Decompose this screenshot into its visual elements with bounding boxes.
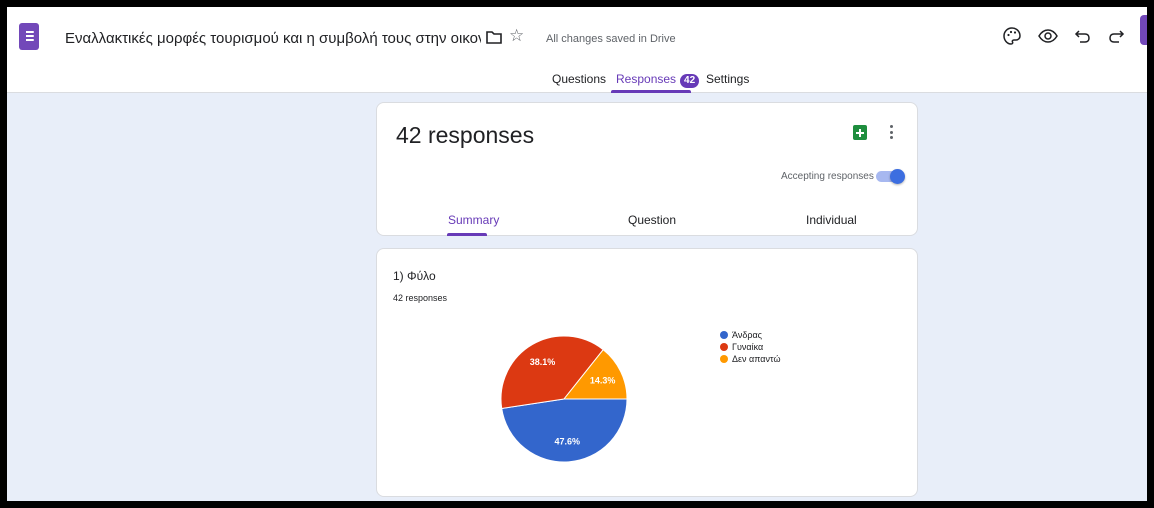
responses-count: 42 responses [396, 122, 535, 148]
pie-label-3: 14.3% [590, 375, 616, 385]
legend-swatch [720, 331, 728, 339]
pie-slice-1[interactable] [501, 398, 628, 463]
subtab-individual[interactable]: Individual [806, 213, 857, 227]
subtab-question[interactable]: Question [628, 213, 676, 227]
legend-swatch [720, 343, 728, 351]
tab-questions[interactable]: Questions [552, 72, 606, 86]
legend-label: Δεν απαντώ [732, 354, 781, 364]
app-window: Εναλλακτικές μορφές τουρισμού και η συμβ… [7, 7, 1147, 501]
tab-responses-label: Responses [616, 72, 677, 86]
star-icon[interactable]: ☆ [509, 27, 524, 45]
accepting-responses-toggle[interactable] [876, 169, 905, 184]
send-button-edge[interactable] [1140, 15, 1147, 45]
tab-bar: Questions Responses 42 Settings [7, 69, 1147, 93]
legend-label: Άνδρας [732, 330, 763, 340]
preview-icon[interactable] [1037, 25, 1059, 47]
question-summary-card: 1) Φύλο 42 responses 47.6% 38.1% 14.3% Άνδ… [376, 248, 918, 497]
undo-icon[interactable] [1072, 25, 1094, 47]
active-subtab-indicator [447, 233, 487, 236]
save-status: All changes saved in Drive [546, 33, 676, 45]
palette-icon[interactable] [1001, 25, 1023, 47]
pie-chart: 47.6% 38.1% 14.3% [500, 335, 628, 463]
redo-icon[interactable] [1105, 25, 1127, 47]
responses-count-badge: 42 [680, 74, 700, 88]
accepting-responses-label: Accepting responses [781, 171, 874, 182]
sheets-icon[interactable] [853, 125, 867, 140]
pie-label-2: 38.1% [530, 357, 556, 367]
document-title[interactable]: Εναλλακτικές μορφές τουρισμού και η συμβ… [65, 30, 481, 47]
subtab-summary[interactable]: Summary [448, 213, 499, 227]
active-tab-indicator [611, 90, 691, 93]
tab-responses[interactable]: Responses 42 [616, 72, 700, 88]
legend-swatch [720, 355, 728, 363]
header: Εναλλακτικές μορφές τουρισμού και η συμβ… [7, 7, 1147, 93]
pie-label-1: 47.6% [554, 437, 580, 447]
tab-settings[interactable]: Settings [706, 72, 749, 86]
more-options-icon[interactable] [886, 123, 896, 141]
responses-summary-card: 42 responses Accepting responses Summary… [376, 102, 918, 236]
forms-logo-icon[interactable] [19, 23, 39, 50]
folder-icon[interactable] [485, 29, 503, 45]
legend-label: Γυναίκα [732, 342, 764, 352]
